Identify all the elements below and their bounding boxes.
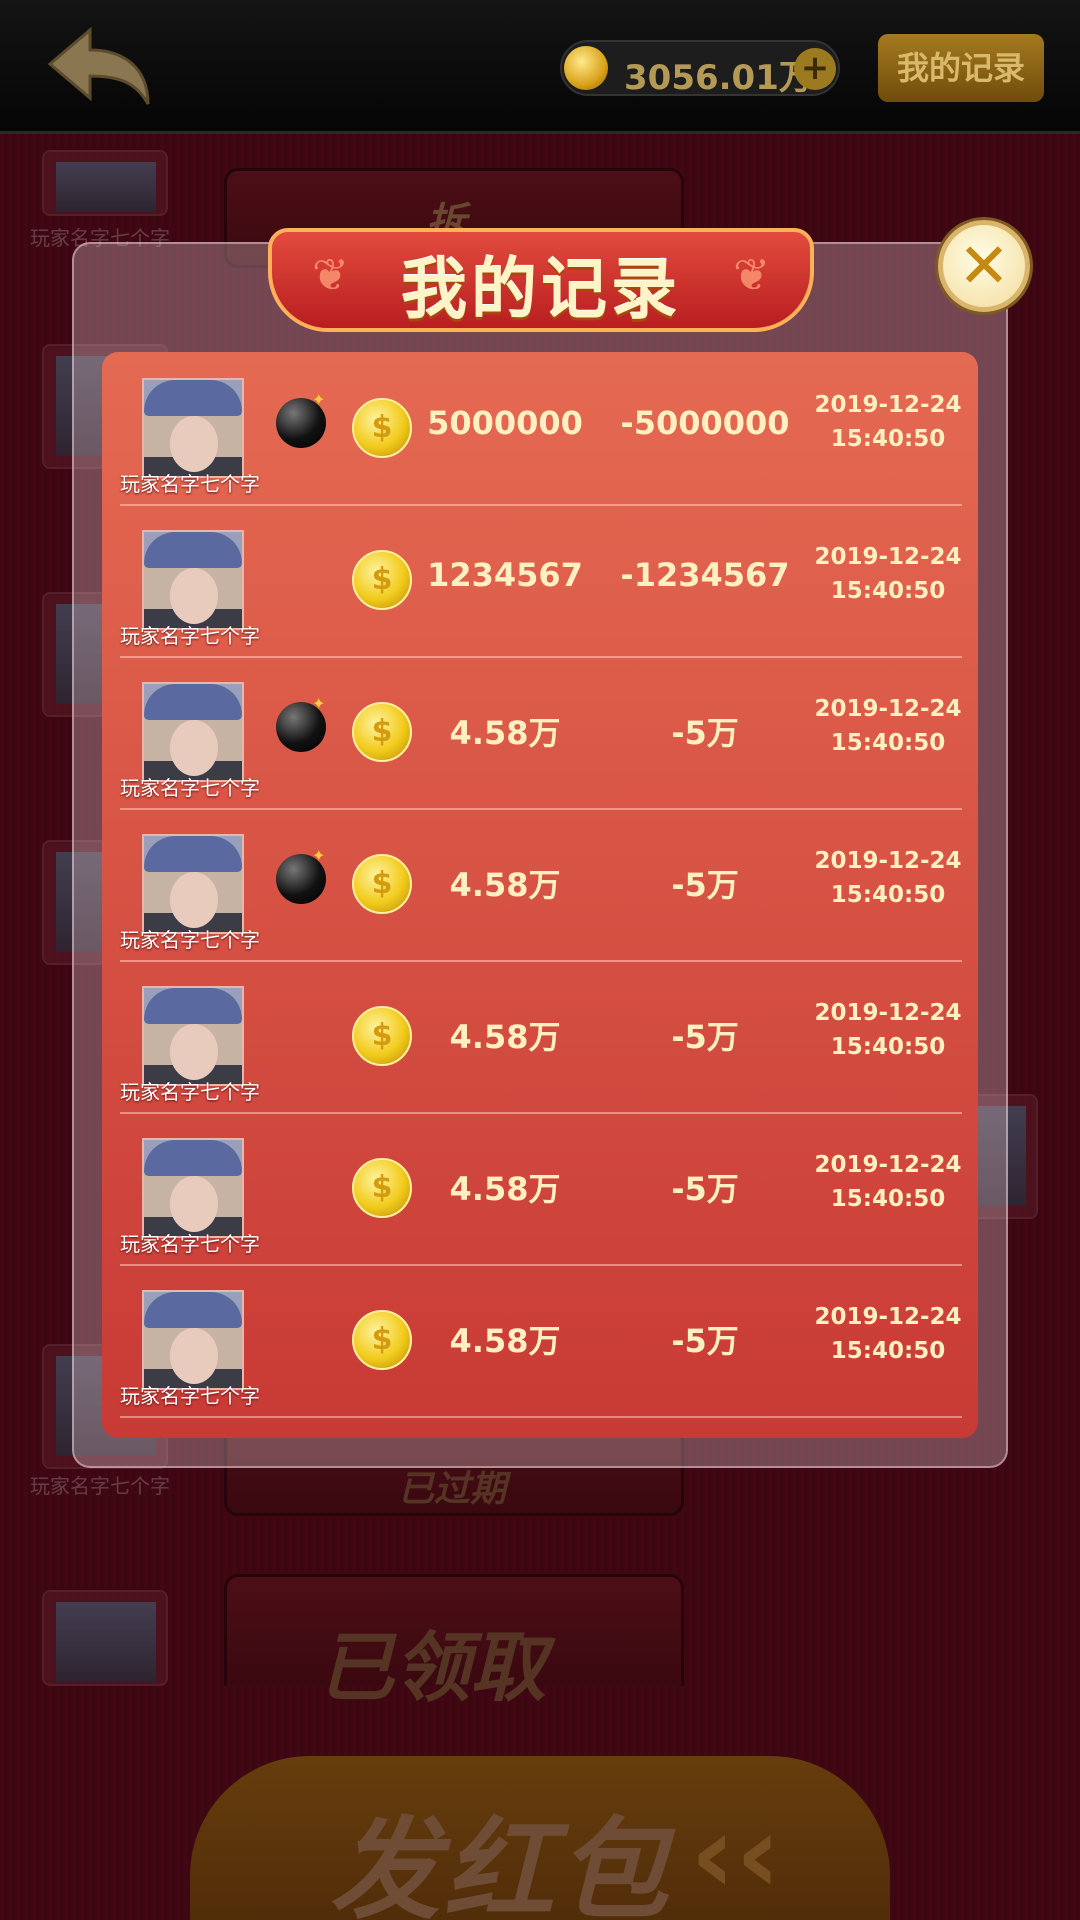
bomb-icon: ✦ [276, 846, 326, 904]
gold-coin-icon: $ [352, 1006, 412, 1066]
record-date: 2019-12-24 [814, 1000, 962, 1026]
record-timestamp: 2019-12-24 15:40:50 [810, 1300, 966, 1368]
gold-coin-icon: $ [352, 1158, 412, 1218]
player-name: 玩家名字七个字 [120, 624, 260, 648]
bet-amount: 4.58万 [449, 1322, 561, 1360]
close-button[interactable]: ✕ [938, 220, 1030, 312]
records-list: 玩家名字七个字 ✦ $ 5000000 -5000000 2019-12-24 … [102, 352, 978, 1438]
close-icon: ✕ [958, 229, 1010, 302]
balance-value: 3056.01万 [624, 58, 813, 98]
record-date: 2019-12-24 [814, 1152, 962, 1178]
top-bar: 3056.01万 + 我的记录 [0, 0, 1080, 134]
avatar [142, 682, 244, 782]
record-row: 玩家名字七个字 ✦ $ 4.58万 -5万 2019-12-24 15:40:5… [120, 658, 962, 810]
avatar [142, 378, 244, 478]
record-timestamp: 2019-12-24 15:40:50 [810, 388, 966, 456]
record-timestamp: 2019-12-24 15:40:50 [810, 1148, 966, 1216]
player-name: 玩家名字七个字 [120, 1080, 260, 1104]
bomb-icon: ✦ [276, 694, 326, 752]
record-date: 2019-12-24 [814, 696, 962, 722]
player-name: 玩家名字七个字 [120, 1384, 260, 1408]
record-row: 玩家名字七个字 $ 4.58万 -5万 2019-12-24 15:40:50 [120, 1114, 962, 1266]
result-amount: -5万 [671, 1170, 739, 1208]
record-timestamp: 2019-12-24 15:40:50 [810, 844, 966, 912]
record-date: 2019-12-24 [814, 1304, 962, 1330]
record-date: 2019-12-24 [814, 544, 962, 570]
gold-coin-icon: $ [352, 702, 412, 762]
result-amount: -5万 [671, 1018, 739, 1056]
record-time: 15:40:50 [830, 882, 946, 908]
gold-coin-icon: $ [352, 1310, 412, 1370]
record-row: 玩家名字七个字 $ 4.58万 -5万 2019-12-24 15:40:50 [120, 1266, 962, 1418]
avatar [142, 986, 244, 1086]
record-row: 玩家名字七个字 $ 4.58万 -5万 2019-12-24 15:40:50 [120, 962, 962, 1114]
back-arrow-icon[interactable] [44, 24, 154, 108]
bomb-icon: ✦ [276, 390, 326, 448]
result-amount: -1234567 [620, 556, 790, 594]
record-time: 15:40:50 [830, 1034, 946, 1060]
result-amount: -5万 [671, 714, 739, 752]
gold-coin-icon: $ [352, 854, 412, 914]
record-date: 2019-12-24 [814, 392, 962, 418]
player-name: 玩家名字七个字 [120, 472, 260, 496]
avatar [142, 834, 244, 934]
my-records-button[interactable]: 我的记录 [878, 34, 1044, 102]
record-row: 玩家名字七个字 ✦ $ 5000000 -5000000 2019-12-24 … [120, 354, 962, 506]
avatar [142, 530, 244, 630]
bet-amount: 1234567 [427, 556, 583, 594]
player-name: 玩家名字七个字 [120, 1232, 260, 1256]
record-timestamp: 2019-12-24 15:40:50 [810, 540, 966, 608]
result-amount: -5000000 [620, 404, 790, 442]
bet-amount: 4.58万 [449, 1018, 561, 1056]
record-timestamp: 2019-12-24 15:40:50 [810, 996, 966, 1064]
avatar [142, 1290, 244, 1390]
record-row: 玩家名字七个字 ✦ $ 4.58万 -5万 2019-12-24 15:40:5… [120, 810, 962, 962]
record-time: 15:40:50 [830, 1186, 946, 1212]
player-name: 玩家名字七个字 [120, 928, 260, 952]
record-time: 15:40:50 [830, 730, 946, 756]
player-name: 玩家名字七个字 [120, 776, 260, 800]
record-row: 玩家名字七个字 $ 1234567 -1234567 2019-12-24 15… [120, 506, 962, 658]
avatar [142, 1138, 244, 1238]
gold-coin-icon: $ [352, 550, 412, 610]
bet-amount: 4.58万 [449, 714, 561, 752]
result-amount: -5万 [671, 866, 739, 904]
bet-amount: 4.58万 [449, 866, 561, 904]
record-time: 15:40:50 [830, 578, 946, 604]
record-time: 15:40:50 [830, 1338, 946, 1364]
bet-amount: 4.58万 [449, 1170, 561, 1208]
bet-amount: 5000000 [427, 404, 583, 442]
gold-coin-icon: $ [352, 398, 412, 458]
add-coins-button[interactable]: + [794, 48, 836, 90]
balance-bar: 3056.01万 + [560, 40, 840, 98]
record-timestamp: 2019-12-24 15:40:50 [810, 692, 966, 760]
record-date: 2019-12-24 [814, 848, 962, 874]
modal-title: 我的记录 [401, 251, 681, 328]
gold-coin-icon [564, 46, 608, 90]
record-time: 15:40:50 [830, 426, 946, 452]
result-amount: -5万 [671, 1322, 739, 1360]
